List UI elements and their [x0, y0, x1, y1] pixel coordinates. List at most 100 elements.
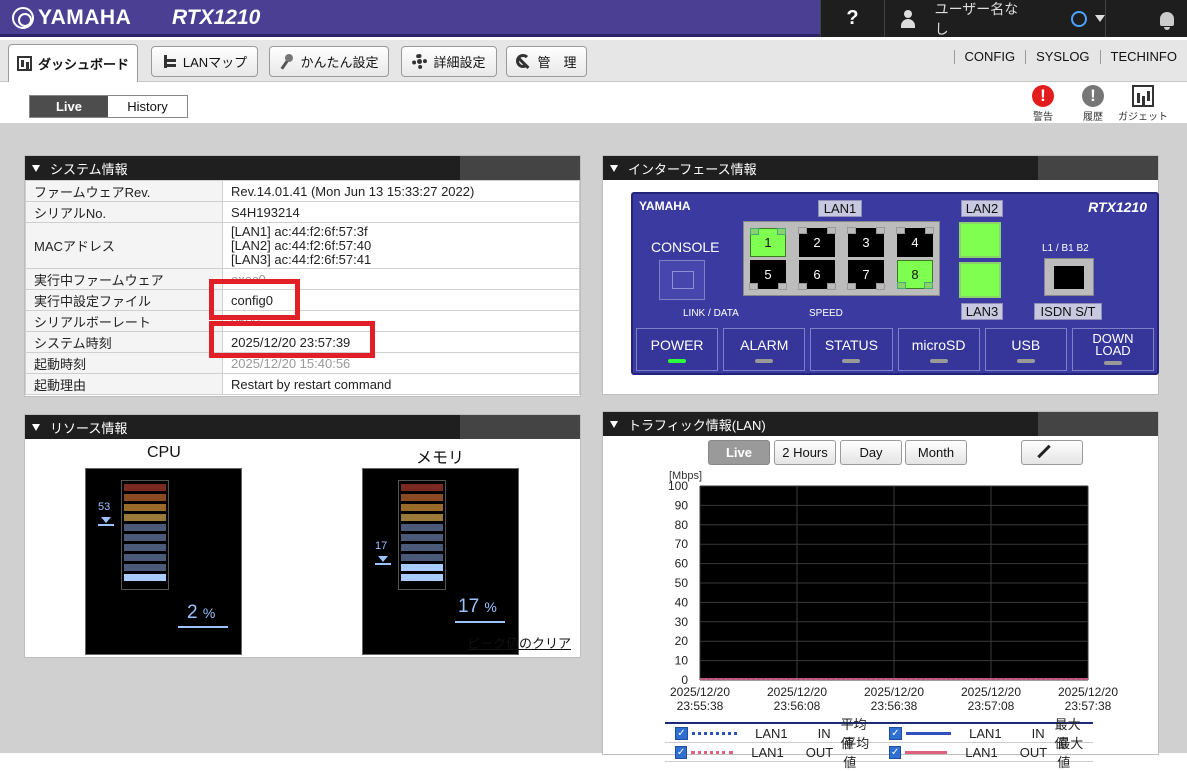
y-tick-label: 80 [675, 518, 689, 532]
gauge-segment [401, 574, 443, 581]
cpu-percent: 2 % [187, 602, 215, 624]
resource-info-panel: リソース情報 CPU 53 2 % メモリ 17 17 % ピーク値のクリア [24, 414, 581, 658]
tab-easy-setup-label: かんたん設定 [300, 55, 379, 70]
system-info-header[interactable]: システム情報 [25, 156, 580, 180]
lan1-switch-ports: 1 2 3 4 5 6 7 8 [743, 221, 940, 296]
legend-stat: 平均値 [843, 736, 870, 770]
legend-iface: LAN1 [965, 744, 998, 760]
y-tick-label: 50 [675, 576, 689, 590]
isdn-port[interactable] [1044, 258, 1094, 296]
collapse-icon [32, 423, 40, 431]
cpu-percent-unit: % [202, 605, 216, 621]
y-tick-label: 90 [675, 498, 689, 512]
gauge-segment [124, 524, 166, 531]
tab-advanced[interactable]: 詳細設定 [401, 46, 497, 77]
clear-peak-link[interactable]: ピーク値のクリア [467, 633, 571, 652]
row-key: シリアルボーレート [25, 310, 223, 332]
row-value: Rev.14.01.41 (Mon Jun 13 15:33:27 2022) [222, 180, 580, 202]
history-view-button[interactable]: History [108, 96, 187, 117]
lan1-port-7[interactable]: 7 [847, 260, 885, 290]
gauge-segment [124, 564, 166, 571]
lan1-port-8[interactable]: 8 [897, 260, 933, 289]
memory-percent-underline [455, 621, 505, 623]
history-button[interactable]: ! 履歴 [1082, 85, 1104, 123]
checkbox-icon[interactable]: ✓ [889, 745, 902, 759]
tab-dashboard[interactable]: ダッシュボード [8, 44, 138, 82]
cpu-level-bars [121, 480, 169, 590]
y-tick-label: 60 [675, 557, 689, 571]
x-tick-label: 2025/12/20 [864, 685, 924, 699]
lan2-label: LAN2 [961, 200, 1003, 217]
top-links: CONFIG SYSLOG TECHINFO [953, 50, 1187, 64]
legend-dir: OUT [1019, 744, 1048, 760]
gauge-segment [124, 534, 166, 541]
warning-button[interactable]: ! 警告 [1032, 85, 1054, 123]
lan1-port-5[interactable]: 5 [749, 260, 787, 290]
legend-item[interactable]: ✓ LAN1 OUT 最大値 [879, 733, 1093, 771]
led-usb-label: USB [1011, 337, 1041, 353]
resource-info-header[interactable]: リソース情報 [25, 415, 580, 439]
cpu-gauge: 53 2 % [85, 468, 242, 655]
legend-item[interactable]: ✓ LAN1 OUT 平均値 [665, 733, 879, 771]
lan3-port[interactable] [959, 262, 1001, 298]
syslog-link[interactable]: SYSLOG [1025, 50, 1099, 64]
tab-lanmap[interactable]: LANマップ [151, 46, 258, 77]
warning-icon: ! [1032, 85, 1054, 107]
lan2-port[interactable] [959, 222, 1001, 258]
mac-lan2: [LAN2] ac:44:f2:6f:57:40 [231, 237, 372, 253]
table-row: 実行中ファームウェア exec0 [25, 268, 580, 290]
x-tick-label: 2025/12/20 [961, 685, 1021, 699]
led-usb-lamp [1016, 359, 1035, 363]
tab-easy-setup[interactable]: かんたん設定 [269, 46, 389, 77]
live-view-button[interactable]: Live [30, 96, 108, 117]
lan1-port-6[interactable]: 6 [798, 260, 836, 290]
gauge-segment [124, 554, 166, 561]
table-row: システム時刻 2025/12/20 23:57:39 [25, 331, 580, 353]
memory-percent-value: 17 [458, 596, 480, 617]
led-power: POWER [636, 328, 719, 371]
device-logo: YAMAHA [639, 199, 691, 213]
gauge-segment [124, 544, 166, 551]
cpu-peak-marker-icon [101, 517, 111, 523]
table-row: 起動時刻 2025/12/20 15:40:56 [25, 352, 580, 374]
interface-info-header[interactable]: インターフェース情報 [603, 156, 1158, 180]
gadget-button[interactable]: ガジェット [1118, 85, 1168, 123]
gauge-segment [401, 514, 443, 521]
row-key: 実行中設定ファイル [25, 289, 223, 311]
memory-gauge: 17 17 % [362, 468, 519, 655]
memory-peak-value: 17 [375, 540, 388, 552]
x-tick-label: 23:57:08 [968, 699, 1015, 712]
led-power-lamp [668, 359, 687, 363]
status-led-row: POWER ALARM STATUS microSD USB DOWN LOAD [633, 328, 1157, 371]
techinfo-link[interactable]: TECHINFO [1099, 50, 1187, 64]
view-toolbar: Live History ! 警告 ! 履歴 ガジェット [0, 83, 1187, 123]
lan1-port-4[interactable]: 4 [896, 227, 934, 257]
model-name: RTX1210 [172, 6, 261, 29]
table-row: 起動理由 Restart by restart command [25, 373, 580, 395]
user-menu[interactable]: ユーザー名なし [884, 0, 1105, 37]
help-button[interactable]: ? [820, 0, 884, 37]
gauge-segment [124, 494, 166, 501]
x-tick-label: 23:57:38 [1065, 699, 1112, 712]
table-row: 実行中設定ファイル config0 [25, 289, 580, 311]
notification-button[interactable] [1105, 0, 1187, 37]
resource-info-title: リソース情報 [50, 420, 128, 436]
y-tick-label: 40 [675, 595, 689, 609]
gauge-segment [124, 484, 166, 491]
lan1-port-2[interactable]: 2 [798, 227, 836, 257]
header-fade [1038, 156, 1158, 180]
y-tick-label: 30 [675, 615, 689, 629]
lan1-port-3[interactable]: 3 [847, 227, 885, 257]
warning-label: 警告 [1033, 112, 1053, 123]
led-alarm-label: ALARM [740, 337, 789, 353]
led-microsd-lamp [929, 359, 948, 363]
system-info-panel: システム情報 ファームウェアRev. Rev.14.01.41 (Mon Jun … [24, 155, 581, 397]
x-tick-label: 23:55:38 [677, 699, 724, 712]
checkbox-icon[interactable]: ✓ [675, 745, 688, 759]
x-tick-label: 2025/12/20 [1058, 685, 1118, 699]
lan1-port-1[interactable]: 1 [750, 228, 786, 257]
mac-lan1: [LAN1] ac:44:f2:6f:57:3f [231, 223, 368, 239]
config-link[interactable]: CONFIG [953, 50, 1026, 64]
led-microsd-label: microSD [911, 337, 966, 353]
tab-management[interactable]: 管 理 [506, 46, 587, 77]
